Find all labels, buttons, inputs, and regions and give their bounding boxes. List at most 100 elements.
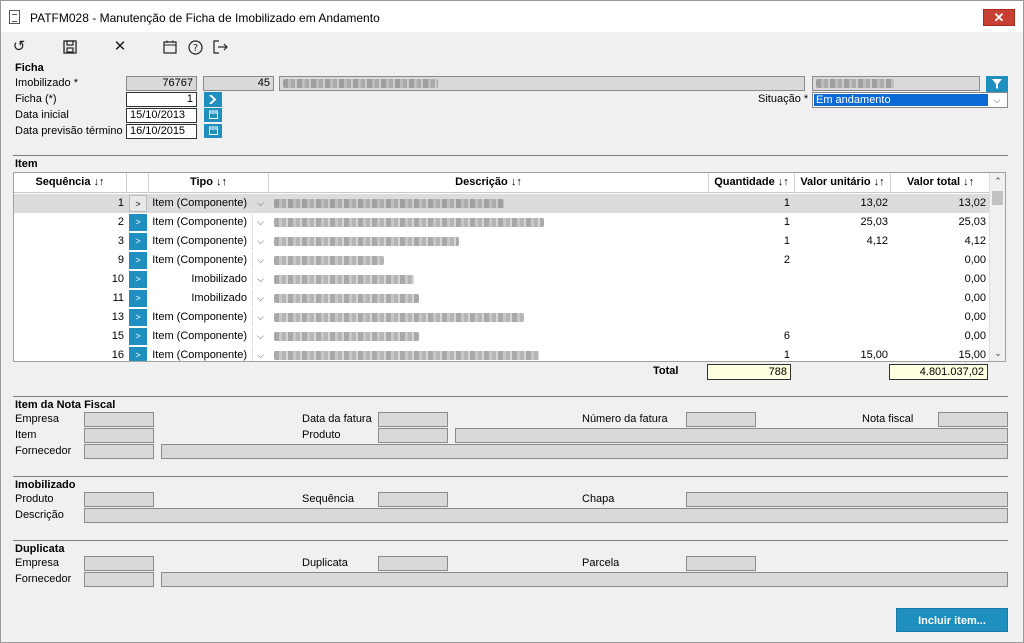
- row-open-button[interactable]: >: [129, 347, 147, 361]
- ficha-next-button[interactable]: [204, 92, 222, 107]
- save-icon[interactable]: [61, 38, 79, 56]
- refresh-icon[interactable]: ↺: [10, 38, 28, 56]
- col-quantidade[interactable]: Quantidade ↓↑: [709, 173, 795, 193]
- calendar-icon[interactable]: [204, 124, 222, 138]
- dup-parcela-label: Parcela: [582, 557, 620, 569]
- table-row[interactable]: 2 > Item (Componente) ⌵ 1 25,03 25,03: [14, 213, 991, 232]
- table-row[interactable]: 16 > Item (Componente) ⌵ 1 15,00 15,00: [14, 346, 991, 361]
- imobilizado-description-field: [279, 76, 805, 91]
- window-title: PATFM028 - Manutenção de Ficha de Imobil…: [30, 11, 380, 25]
- svg-text:?: ?: [192, 43, 197, 54]
- dup-parcela-field: [686, 556, 756, 571]
- close-button[interactable]: ✕: [983, 9, 1015, 26]
- table-row[interactable]: 3 > Item (Componente) ⌵ 1 4,12 4,12: [14, 232, 991, 251]
- situacao-select[interactable]: Em andamento: [812, 92, 1008, 108]
- cell-tipo: Item (Componente): [152, 197, 247, 209]
- total-quantidade: 788: [707, 364, 791, 380]
- data-previsao-field[interactable]: 16/10/2015: [126, 124, 197, 139]
- imob-sequencia-field: [378, 492, 448, 507]
- cell-valor-total: 0,00: [964, 330, 986, 342]
- table-row[interactable]: 10 > Imobilizado ⌵ 0,00: [14, 270, 991, 289]
- row-open-button[interactable]: >: [129, 252, 147, 269]
- cell-valor-total: 0,00: [964, 311, 986, 323]
- chevron-down-icon[interactable]: ⌵: [252, 271, 268, 288]
- dup-duplicata-label: Duplicata: [302, 557, 348, 569]
- cell-descricao: [272, 213, 702, 232]
- data-inicial-field[interactable]: 15/10/2013: [126, 108, 197, 123]
- table-row[interactable]: 9 > Item (Componente) ⌵ 2 0,00: [14, 251, 991, 270]
- incluir-item-button[interactable]: Incluir item...: [896, 608, 1008, 632]
- help-icon[interactable]: ?: [186, 38, 204, 56]
- chevron-down-icon[interactable]: ⌵: [252, 347, 268, 361]
- table-row[interactable]: 15 > Item (Componente) ⌵ 6 0,00: [14, 327, 991, 346]
- col-descricao[interactable]: Descrição ↓↑: [269, 173, 709, 193]
- nf-numero-fatura-label: Número da fatura: [582, 413, 668, 425]
- col-tipo[interactable]: Tipo ↓↑: [149, 173, 269, 193]
- cell-valor-unitario: 15,00: [860, 349, 888, 361]
- dup-empresa-field: [84, 556, 154, 571]
- chevron-down-icon[interactable]: ⌵: [252, 214, 268, 231]
- nf-item-field: [84, 428, 154, 443]
- imobilizado-field[interactable]: 76767: [126, 76, 197, 91]
- nf-nota-fiscal-field: [938, 412, 1008, 427]
- divider: [13, 396, 1008, 397]
- cell-sequencia: 15: [111, 330, 124, 342]
- col-sequencia[interactable]: Sequência ↓↑: [14, 173, 127, 193]
- document-icon: [9, 10, 20, 24]
- items-table: Sequência ↓↑ Tipo ↓↑ Descrição ↓↑ Quanti…: [13, 172, 1006, 362]
- calendar-icon[interactable]: [161, 38, 179, 56]
- chevron-down-icon[interactable]: ⌄: [990, 345, 1005, 361]
- cell-quantidade: 1: [783, 197, 790, 209]
- row-open-button[interactable]: >: [129, 290, 147, 307]
- col-valor-total[interactable]: Valor total ↓↑: [891, 173, 991, 193]
- filter-icon[interactable]: [986, 76, 1008, 92]
- cell-descricao: [272, 232, 702, 251]
- table-row[interactable]: 11 > Imobilizado ⌵ 0,00: [14, 289, 991, 308]
- cell-sequencia: 10: [111, 273, 124, 285]
- scroll-thumb[interactable]: [992, 191, 1003, 205]
- calendar-icon[interactable]: [204, 108, 222, 122]
- row-open-button[interactable]: >: [129, 271, 147, 288]
- chevron-down-icon[interactable]: ⌵: [252, 328, 268, 345]
- vertical-scrollbar[interactable]: ⌃ ⌄: [989, 173, 1005, 361]
- data-previsao-label: Data previsão término: [15, 125, 123, 137]
- divider: [13, 540, 1008, 541]
- chevron-down-icon[interactable]: ⌵: [252, 309, 268, 326]
- nf-item-label: Item: [15, 429, 37, 441]
- chevron-down-icon[interactable]: ⌵: [252, 252, 268, 269]
- situacao-value: Em andamento: [814, 94, 988, 106]
- row-open-button[interactable]: >: [129, 328, 147, 345]
- cell-sequencia: 11: [112, 292, 124, 304]
- cell-tipo: Imobilizado: [191, 273, 247, 285]
- dup-duplicata-field: [378, 556, 448, 571]
- cell-quantidade: 1: [783, 235, 790, 247]
- cell-quantidade: 1: [783, 349, 790, 361]
- table-row[interactable]: 13 > Item (Componente) ⌵ 0,00: [14, 308, 991, 327]
- cell-quantidade: 1: [783, 216, 790, 228]
- cell-valor-unitario: [795, 289, 888, 308]
- chevron-down-icon[interactable]: ⌵: [252, 195, 268, 212]
- imobilizado-extra-field: [812, 76, 980, 91]
- row-open-button[interactable]: >: [129, 309, 147, 326]
- cell-sequencia: 2: [117, 216, 124, 228]
- ficha-field[interactable]: 1: [126, 92, 197, 107]
- nf-produto-field: [378, 428, 448, 443]
- chevron-down-icon[interactable]: ⌵: [988, 93, 1006, 107]
- row-open-button[interactable]: >: [129, 195, 147, 212]
- imob-produto-label: Produto: [15, 493, 54, 505]
- imob-chapa-label: Chapa: [582, 493, 615, 505]
- chevron-up-icon[interactable]: ⌃: [990, 173, 1005, 189]
- cell-sequencia: 13: [111, 311, 124, 323]
- nf-data-fatura-field: [378, 412, 448, 427]
- cell-descricao: [272, 194, 702, 213]
- col-valor-unitario[interactable]: Valor unitário ↓↑: [795, 173, 891, 193]
- chevron-down-icon[interactable]: ⌵: [252, 233, 268, 250]
- row-open-button[interactable]: >: [129, 233, 147, 250]
- chevron-down-icon[interactable]: ⌵: [252, 290, 268, 307]
- cancel-icon[interactable]: ✕: [111, 38, 129, 56]
- table-row[interactable]: 1 > Item (Componente) ⌵ 1 13,02 13,02: [14, 194, 991, 213]
- cell-valor-total: 0,00: [964, 292, 986, 304]
- row-open-button[interactable]: >: [129, 214, 147, 231]
- exit-icon[interactable]: [211, 38, 229, 56]
- imobilizado-code-field[interactable]: 45: [203, 76, 274, 91]
